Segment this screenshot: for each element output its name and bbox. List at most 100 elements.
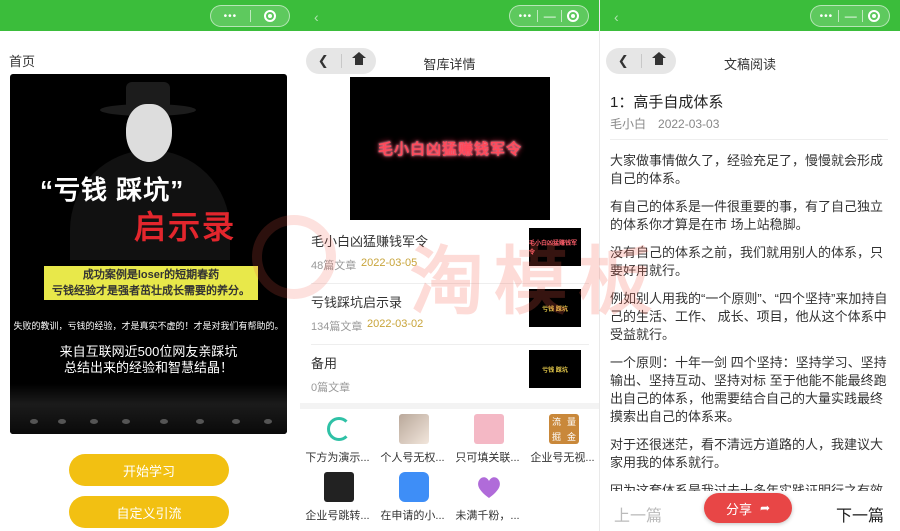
grid-label: 个人号无权... [380,452,445,464]
library-detail-screen: ‹ ••• — 智库详情 ❮ 毛小白凶猛赚钱军令 毛小白凶猛赚钱军令 48篇文章… [300,0,599,531]
divider [610,139,888,140]
capsule-divider [862,10,864,22]
item-thumbnail: 毛小白凶猛赚钱军令 [529,228,581,266]
fortune-glyph: 流 [551,417,561,427]
prev-article-button[interactable]: 上一篇 [614,502,662,526]
paragraph: 没有自己的体系之前，我们就用别人的体系，只要好用就行。 [610,245,884,278]
share-button[interactable]: 分享 ➦ [704,493,792,523]
grid-label: 只可填关联... [455,452,520,464]
item-count: 48篇文章 [311,260,357,272]
menu-capsule[interactable]: ••• — [810,5,890,27]
close-target-icon[interactable] [264,10,277,22]
library-item[interactable]: 亏钱踩坑启示录 134篇文章 2022-03-02 亏钱 踩坑 [311,287,589,345]
home-screen: ••• 首页 “亏钱 踩坑” 启示录 成功案例是loser的短期春药 亏钱经验才… [0,0,300,531]
article-footer: 上一篇 分享 ➦ 下一篇 [600,491,900,531]
item-name: 备用 [311,356,338,371]
faint-back-icon: ‹ [314,9,319,25]
status-bar: ••• [0,0,300,31]
fortune-glyph: 掘 [551,432,561,442]
more-dots-icon[interactable]: ••• [224,11,238,22]
banner-text: 毛小白凶猛赚钱军令 [377,141,522,158]
start-learning-button[interactable]: 开始学习 [69,454,229,486]
grid-item[interactable]: 下方为演示... [300,412,375,470]
article-date: 2022-03-03 [658,117,720,131]
home-button[interactable] [342,51,377,67]
nav-pill: ❮ [606,48,676,74]
item-count: 134篇文章 [311,321,363,333]
article-title: 1：高手自成体系 [610,94,724,111]
hero-poster[interactable]: “亏钱 踩坑” 启示录 成功案例是loser的短期春药 亏钱经验才是强者茁壮成长… [10,74,287,434]
chat-bubble-icon [399,472,429,502]
item-count: 0篇文章 [311,382,351,394]
poster-quote-line2: 启示录 [134,209,237,245]
share-label: 分享 [725,501,752,517]
grid-item[interactable]: 未满千粉，... [450,470,525,528]
mid-line1: 来自互联网近500位网友亲踩坑 [59,344,238,359]
chevron-left-icon: ❮ [617,53,629,68]
home-icon [351,51,366,67]
back-button[interactable]: ❮ [606,53,641,69]
close-target-icon[interactable] [567,10,580,22]
section-gap [300,403,599,409]
chevron-left-icon: ❮ [317,53,329,68]
grid-label: 企业号跳转... [305,510,370,522]
status-bar: ‹ ••• — [600,0,900,31]
capsule-divider [561,10,563,22]
capsule-divider [250,10,252,22]
nav-pill: ❮ [306,48,376,74]
mask-face [126,104,172,162]
item-name: 毛小白凶猛赚钱军令 [311,234,429,249]
grid-label: 未满千粉，... [455,510,520,522]
fortune-glyph: 金 [566,432,576,442]
menu-capsule[interactable]: ••• — [509,5,589,27]
envelope-icon [474,414,504,444]
fortune-glyph: 量 [566,417,576,427]
more-dots-icon[interactable]: ••• [820,11,834,22]
item-name: 亏钱踩坑启示录 [311,295,403,310]
status-bar: ‹ ••• — [300,0,599,31]
poster-highlight: 成功案例是loser的短期春药 亏钱经验才是强者茁壮成长需要的养分。 [44,266,258,300]
grid-label: 下方为演示... [305,452,370,464]
mid-line2: 总结出来的经验和智慧结晶！ [63,360,233,375]
library-item[interactable]: 备用 0篇文章 亏钱 踩坑 [311,348,589,406]
article-meta: 毛小白 2022-03-03 [610,115,719,132]
share-arrow-icon: ➦ [759,501,771,515]
poster-mid-text: 来自互联网近500位网友亲踩坑 总结出来的经验和智慧结晶！ [10,344,287,376]
home-button[interactable] [642,51,677,67]
grid-item[interactable]: 只可填关联... [450,412,525,470]
thumb-text: 毛小白凶猛赚钱军令 [529,241,578,256]
article-body: 大家做事情做久了，经验充足了，慢慢就会形成自己的体系。 有自己的体系是一件很重要… [610,152,892,510]
capsule-divider [838,10,840,22]
grid-item[interactable]: 企业号跳转... [300,470,375,528]
page-title: 首页 [9,54,36,69]
home-icon [651,51,666,67]
cat-photo-icon [399,414,429,444]
minimize-icon[interactable]: — [845,9,857,23]
dark-poster-icon [324,472,354,502]
paragraph: 有自己的体系是一件很重要的事，有了自己独立的体系你才算是在市 场上站稳脚。 [610,199,884,232]
thumb-text: 亏钱 踩坑 [542,306,568,313]
custom-traffic-button[interactable]: 自定义引流 [69,496,229,528]
paragraph: 一个原则：十年一剑 四个坚持：坚持学习、坚持输出、坚持互动、坚持对标 至于他能不… [610,355,887,424]
grid-item[interactable]: 个人号无权... [375,412,450,470]
article-reader-screen: ‹ ••• — 文稿阅读 ❮ 1：高手自成体系 毛小白 2022-03-03 大家… [600,0,900,531]
next-article-button[interactable]: 下一篇 [836,502,884,526]
paragraph: 例如别人用我的“一个原则”、“四个坚持”来加持自己的生活、工作、 成长、项目，他… [610,291,888,342]
paragraph: 大家做事情做久了，经验充足了，慢慢就会形成自己的体系。 [610,153,884,186]
grid-label: 在申请的小... [380,510,445,522]
close-target-icon[interactable] [868,10,881,22]
capsule-divider [537,10,539,22]
item-thumbnail: 亏钱 踩坑 [529,289,581,327]
highlight-line1: 成功案例是loser的短期春药 [82,269,220,281]
more-dots-icon[interactable]: ••• [519,11,533,22]
library-item[interactable]: 毛小白凶猛赚钱军令 48篇文章 2022-03-05 毛小白凶猛赚钱军令 [311,226,589,284]
back-button[interactable]: ❮ [306,53,341,69]
heart-icon [474,472,504,502]
poster-crowd [10,384,287,434]
fortune-icon: 流 量 掘 金 [549,414,579,444]
grid-item[interactable]: 在申请的小... [375,470,450,528]
grid-label: 企业号无视... [530,452,595,464]
grid-item[interactable]: 流 量 掘 金 企业号无视... [525,412,599,470]
minimize-icon[interactable]: — [544,9,556,23]
menu-capsule[interactable]: ••• [210,5,290,27]
